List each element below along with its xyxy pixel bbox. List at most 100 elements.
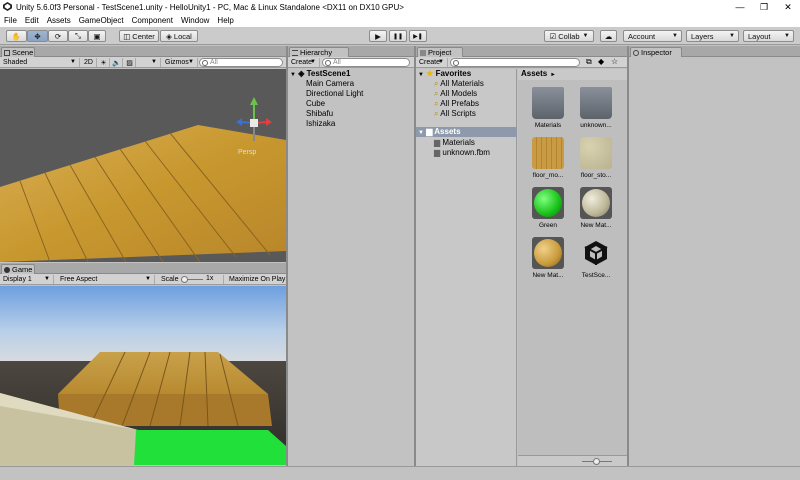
menu-gameobject[interactable]: GameObject	[75, 16, 128, 25]
favorites-header[interactable]: ▼ ★ Favorites	[418, 69, 471, 78]
play-button[interactable]: ▶	[369, 30, 387, 42]
scene-root-row[interactable]: ▼ ◈ TestScene1	[290, 69, 350, 78]
effects-dropdown[interactable]: ▼	[137, 58, 161, 67]
2d-label: 2D	[84, 59, 93, 66]
scale-tool-button[interactable]: ⤡	[68, 30, 88, 42]
asset-floor-stone[interactable]: floor_sto...	[574, 137, 618, 179]
display-label: Display 1	[3, 276, 32, 283]
unity-logo-icon	[3, 2, 12, 11]
audio-toggle[interactable]: 🔈	[111, 58, 123, 67]
cloud-button[interactable]: ☁	[600, 30, 617, 42]
account-dropdown[interactable]: Account ▼	[623, 30, 682, 42]
asset-green-material[interactable]: Green	[526, 187, 570, 229]
folder-unknown-fbm[interactable]: ▆ unknown.fbm	[434, 148, 490, 157]
asset-new-material-stone[interactable]: New Mat...	[574, 187, 618, 229]
menu-component[interactable]: Component	[128, 16, 177, 25]
aspect-dropdown[interactable]: Free Aspect ▼	[57, 275, 155, 284]
step-button[interactable]: ▶❚	[409, 30, 427, 42]
layout-dropdown[interactable]: Layout ▼	[743, 30, 794, 42]
favorites-star-icon: ★	[426, 69, 434, 78]
hierarchy-item-cube[interactable]: Cube	[306, 99, 325, 108]
asset-new-material-wood[interactable]: New Mat...	[526, 237, 570, 279]
collab-button[interactable]: ☑ Collab ▼	[544, 30, 594, 42]
favorite-all-prefabs[interactable]: ⌕ All Prefabs	[434, 99, 479, 109]
favorite-all-prefabs-label: All Prefabs	[440, 99, 479, 108]
project-toolbar: Create ▼ ⧉ ◆ ☆	[416, 57, 627, 68]
rotate-tool-button[interactable]: ⟳	[48, 30, 68, 42]
menu-help[interactable]: Help	[213, 16, 237, 25]
hierarchy-item-shibafu[interactable]: Shibafu	[306, 109, 333, 118]
move-tool-button[interactable]: ✥	[27, 30, 48, 42]
hierarchy-tabstrip: Hierarchy	[288, 46, 414, 57]
hierarchy-search-input[interactable]: All	[322, 58, 410, 67]
project-bottom-bar	[518, 455, 627, 466]
close-button[interactable]: ✕	[776, 0, 800, 14]
tab-inspector[interactable]: Inspector	[630, 47, 682, 57]
local-label: Local	[173, 31, 192, 41]
game-viewport[interactable]	[0, 286, 286, 465]
project-breadcrumb: Assets ▸	[518, 69, 627, 80]
maximize-on-play-toggle[interactable]: Maximize On Play	[226, 275, 286, 284]
hierarchy-item-directional-light[interactable]: Directional Light	[306, 89, 363, 98]
scale-slider-thumb[interactable]	[181, 276, 188, 283]
asset-materials-folder[interactable]: Materials	[526, 87, 570, 129]
folder-materials[interactable]: ▆ Materials	[434, 138, 475, 147]
scene-search-input[interactable]: All	[199, 58, 283, 67]
menu-assets[interactable]: Assets	[43, 16, 75, 25]
breadcrumb-assets[interactable]: Assets	[521, 69, 547, 78]
tag-icon[interactable]: ◆	[598, 57, 604, 66]
stone-sphere-thumbnail	[580, 187, 612, 219]
favorite-all-scripts[interactable]: ⌕ All Scripts	[434, 109, 476, 119]
assets-folder-row[interactable]: ▼ ▆ Assets	[416, 127, 517, 137]
pivot-center-button[interactable]: ◫ Center	[119, 30, 159, 42]
icon-size-slider-thumb[interactable]	[593, 458, 600, 465]
search-icon	[453, 60, 459, 66]
hierarchy-item-ishizaka[interactable]: Ishizaka	[306, 119, 335, 128]
favorite-all-materials[interactable]: ⌕ All Materials	[434, 79, 484, 89]
pacman-icon	[4, 267, 10, 273]
shading-mode-dropdown[interactable]: Shaded ▼	[0, 58, 80, 67]
rect-tool-button[interactable]: ▣	[88, 30, 106, 42]
chevron-down-icon: ▼	[70, 59, 76, 65]
tab-scene[interactable]: Scene	[1, 47, 35, 57]
folder-icon	[420, 50, 426, 56]
2d-toggle[interactable]: 2D	[81, 58, 97, 67]
scene-tabstrip: Scene	[0, 46, 286, 57]
minimize-button[interactable]: —	[728, 0, 752, 14]
tab-hierarchy[interactable]: Hierarchy	[289, 47, 349, 57]
display-dropdown[interactable]: Display 1 ▼	[0, 275, 54, 284]
pause-button[interactable]: ❚❚	[389, 30, 407, 42]
scene-viewport[interactable]: Persp	[0, 69, 286, 262]
maximize-button[interactable]: ❐	[752, 0, 776, 14]
hierarchy-create-dropdown[interactable]: Create ▼	[288, 58, 320, 67]
inspector-tab-label: Inspector	[641, 48, 672, 57]
maximize-on-play-label: Maximize On Play	[229, 276, 286, 283]
pivot-local-button[interactable]: ◈ Local	[160, 30, 198, 42]
info-icon	[633, 50, 639, 56]
hierarchy-item-main-camera[interactable]: Main Camera	[306, 79, 354, 88]
menu-edit[interactable]: Edit	[21, 16, 43, 25]
project-create-dropdown[interactable]: Create ▼	[416, 58, 448, 67]
project-folder-tree: ▼ ★ Favorites ⌕ All Materials ⌕ All Mode…	[416, 69, 517, 466]
asset-label: unknown...	[580, 122, 612, 129]
tab-project[interactable]: Project	[417, 47, 463, 57]
effects-toggle[interactable]: ▨	[124, 58, 136, 67]
asset-unknown-folder[interactable]: unknown...	[574, 87, 618, 129]
project-search-input[interactable]	[450, 58, 580, 67]
rotate-icon: ⟳	[54, 31, 62, 41]
asset-testscene[interactable]: TestSce...	[574, 237, 618, 279]
star-icon[interactable]: ☆	[611, 57, 618, 66]
aspect-label: Free Aspect	[60, 276, 98, 283]
layers-dropdown[interactable]: Layers ▼	[686, 30, 739, 42]
menu-window[interactable]: Window	[177, 16, 213, 25]
filter-type-icon[interactable]: ⧉	[586, 57, 592, 67]
favorite-all-models[interactable]: ⌕ All Models	[434, 89, 477, 99]
gizmos-dropdown[interactable]: Gizmos ▼	[162, 58, 198, 67]
tab-game[interactable]: Game	[1, 264, 35, 274]
chevron-right-icon: ▸	[551, 72, 555, 78]
persp-label[interactable]: Persp	[238, 149, 256, 156]
lighting-toggle[interactable]: ☀	[98, 58, 110, 67]
menu-file[interactable]: File	[0, 16, 21, 25]
hand-tool-button[interactable]: ✋	[6, 30, 27, 42]
asset-floor-mokume[interactable]: floor_mo...	[526, 137, 570, 179]
